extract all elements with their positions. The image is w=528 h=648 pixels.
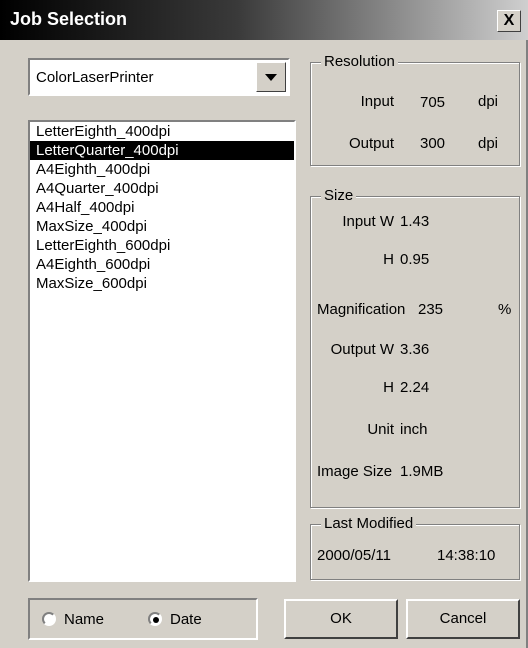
magnification-unit: % <box>498 301 512 318</box>
sort-radio-group: Name Date <box>28 598 258 640</box>
output-height-value: 2.24 <box>400 379 430 396</box>
radio-unchecked-icon <box>42 612 56 626</box>
output-height-label: H <box>383 379 394 396</box>
printer-select-value: ColorLaserPrinter <box>36 69 154 86</box>
chevron-down-icon[interactable] <box>256 62 286 92</box>
unit-value: inch <box>400 421 428 438</box>
sort-by-name-label: Name <box>64 611 105 628</box>
radio-checked-icon <box>148 612 162 626</box>
job-list-item[interactable]: A4Eighth_400dpi <box>30 160 294 179</box>
resolution-input-unit: dpi <box>478 93 499 110</box>
magnification-label: Magnification <box>317 301 406 318</box>
input-width-label: Input W <box>342 213 394 230</box>
last-modified-date: 2000/05/11 <box>317 547 391 564</box>
close-icon: X <box>503 12 515 29</box>
resolution-legend: Resolution <box>321 53 398 70</box>
output-width-label: Output W <box>330 341 394 358</box>
image-size-label: Image Size <box>317 463 393 480</box>
job-list-item[interactable]: A4Quarter_400dpi <box>30 179 294 198</box>
input-width-value: 1.43 <box>400 213 430 230</box>
resolution-input-value: 705 <box>420 94 446 111</box>
job-list-item[interactable]: LetterQuarter_400dpi <box>30 141 294 160</box>
cancel-button[interactable]: Cancel <box>406 599 520 639</box>
last-modified-group: Last Modified 2000/05/11 14:38:10 <box>310 515 520 580</box>
size-group: Size Input W 1.43 H 0.95 Magnification 2… <box>310 187 520 508</box>
output-width-value: 3.36 <box>400 341 430 358</box>
resolution-output-unit: dpi <box>478 135 499 152</box>
job-list[interactable]: LetterEighth_400dpi LetterQuarter_400dpi A… <box>28 120 296 582</box>
resolution-input-label: Input <box>360 93 394 110</box>
printer-select[interactable]: ColorLaserPrinter <box>28 58 290 96</box>
title-bar[interactable]: Job Selection X <box>0 0 528 40</box>
job-list-item[interactable]: A4Eighth_600dpi <box>30 255 294 274</box>
window-title: Job Selection <box>10 9 128 29</box>
job-list-item[interactable]: LetterEighth_400dpi <box>30 122 294 141</box>
sort-by-date-label: Date <box>170 611 202 628</box>
unit-label: Unit <box>367 421 394 438</box>
resolution-output-label: Output <box>348 135 394 152</box>
job-list-item[interactable]: MaxSize_400dpi <box>30 217 294 236</box>
ok-button[interactable]: OK <box>284 599 398 639</box>
job-list-item[interactable]: LetterEighth_600dpi <box>30 236 294 255</box>
resolution-group: Resolution Input 705 dpi Output 300 dpi <box>310 53 520 166</box>
image-size-value: 1.9MB <box>400 463 444 480</box>
input-height-label: H <box>383 251 394 268</box>
resolution-output-value: 300 <box>420 135 446 152</box>
size-legend: Size <box>321 187 357 204</box>
job-selection-dialog: Job Selection X ColorLaserPrinter Letter… <box>0 0 528 648</box>
close-button[interactable]: X <box>497 10 521 32</box>
job-list-item[interactable]: A4Half_400dpi <box>30 198 294 217</box>
input-height-value: 0.95 <box>400 251 430 268</box>
magnification-value: 235 <box>418 301 444 318</box>
last-modified-legend: Last Modified <box>321 515 417 532</box>
last-modified-time: 14:38:10 <box>437 547 496 564</box>
job-list-item[interactable]: MaxSize_600dpi <box>30 274 294 293</box>
